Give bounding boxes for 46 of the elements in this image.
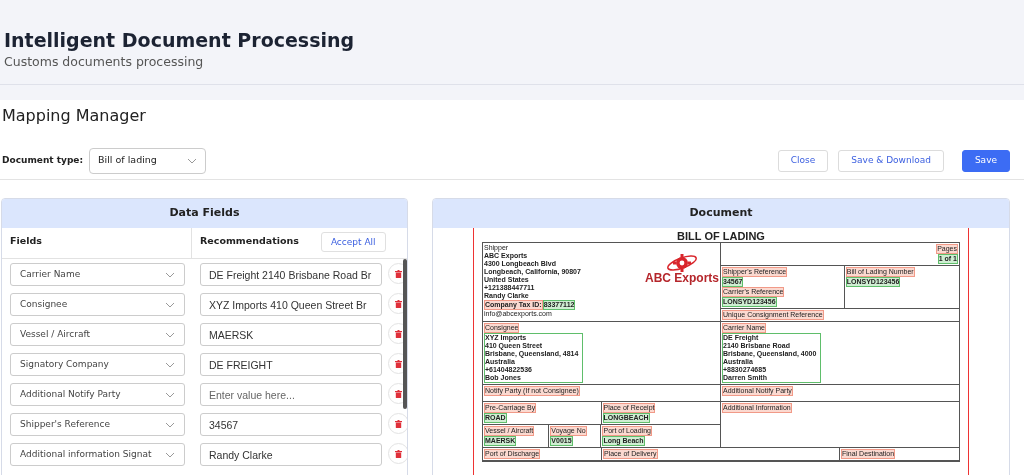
value-input[interactable]: Randy Clarke xyxy=(200,443,382,466)
field-dropdown[interactable]: Carrier Name xyxy=(10,263,185,286)
document-type-dropdown[interactable]: Bill of lading xyxy=(89,147,207,174)
chevron-icon xyxy=(165,301,175,308)
chevron-icon xyxy=(165,361,175,368)
column-header: Recommendations xyxy=(200,234,299,248)
trash-icon xyxy=(395,419,402,428)
value-input[interactable]: MAERSK xyxy=(200,323,382,346)
chevron-icon xyxy=(165,391,175,398)
column-header: Fields xyxy=(2,228,192,258)
delete-button[interactable] xyxy=(388,443,407,464)
value-input[interactable]: 34567 xyxy=(200,413,382,436)
field-dropdown[interactable]: Shipper's Reference xyxy=(10,413,185,436)
trash-icon xyxy=(395,449,402,458)
app-subtitle: Customs documents processing xyxy=(4,53,205,71)
app-title: Intelligent Document Processing xyxy=(4,28,356,53)
trash-icon xyxy=(395,269,402,278)
field-label: Document type: xyxy=(2,153,84,167)
trash-icon xyxy=(395,299,402,308)
value-input[interactable]: DE FREIGHT xyxy=(200,353,382,376)
delete-button[interactable] xyxy=(388,413,407,434)
chevron-icon xyxy=(165,331,175,338)
chevron-icon xyxy=(165,421,175,428)
field-dropdown[interactable]: Vessel / Aircraft xyxy=(10,323,185,346)
trash-icon xyxy=(395,329,402,338)
value-input[interactable]: DE Freight 2140 Brisbane Road Br xyxy=(200,263,382,286)
value-input[interactable]: XYZ Imports 410 Queen Street Br xyxy=(200,293,382,316)
chevron-icon xyxy=(165,271,175,278)
value-input[interactable]: Enter value here... xyxy=(200,383,382,406)
accept-all-button[interactable]: Accept All xyxy=(320,232,386,252)
page-title: Mapping Manager xyxy=(1,105,147,127)
close-button[interactable]: Close xyxy=(777,149,829,172)
panel-title: Data Fields xyxy=(2,199,407,228)
trash-icon xyxy=(395,359,402,368)
chevron-icon xyxy=(187,157,198,164)
chevron-icon xyxy=(165,451,175,458)
field-dropdown[interactable]: Additional information Signat xyxy=(10,443,185,466)
field-dropdown[interactable]: Consignee xyxy=(10,293,185,316)
field-dropdown[interactable]: Additional Notify Party xyxy=(10,383,185,406)
field-dropdown[interactable]: Signatory Company xyxy=(10,353,185,376)
panel-title: Document xyxy=(433,199,1009,228)
document-heading: BILL OF LADING xyxy=(676,230,766,242)
gear-logo-icon xyxy=(665,252,699,274)
save-download-button[interactable]: Save & Download xyxy=(838,149,944,172)
trash-icon xyxy=(395,389,402,398)
save-button[interactable]: Save xyxy=(961,149,1010,172)
